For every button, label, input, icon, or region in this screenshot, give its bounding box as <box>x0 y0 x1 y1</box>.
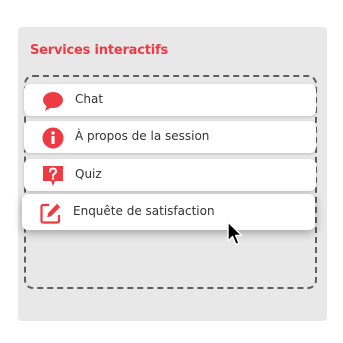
service-item-satisfaction-survey[interactable]: Enquête de satisfaction <box>22 194 315 230</box>
interactive-services-panel: Services interactifs Chat À propos de la… <box>18 27 327 321</box>
info-icon <box>42 127 64 149</box>
mouse-pointer-icon <box>227 221 243 246</box>
chat-bubble-icon <box>43 92 63 111</box>
service-item-label: Quiz <box>75 167 102 181</box>
service-item-about-session[interactable]: À propos de la session <box>24 121 316 153</box>
edit-icon <box>40 203 61 224</box>
service-item-label: À propos de la session <box>75 129 210 143</box>
service-item-label: Enquête de satisfaction <box>73 204 215 218</box>
service-item-quiz[interactable]: Quiz <box>24 159 316 191</box>
service-item-chat[interactable]: Chat <box>24 84 316 116</box>
panel-title: Services interactifs <box>30 43 169 58</box>
quiz-icon <box>43 166 63 186</box>
service-item-label: Chat <box>75 92 104 106</box>
